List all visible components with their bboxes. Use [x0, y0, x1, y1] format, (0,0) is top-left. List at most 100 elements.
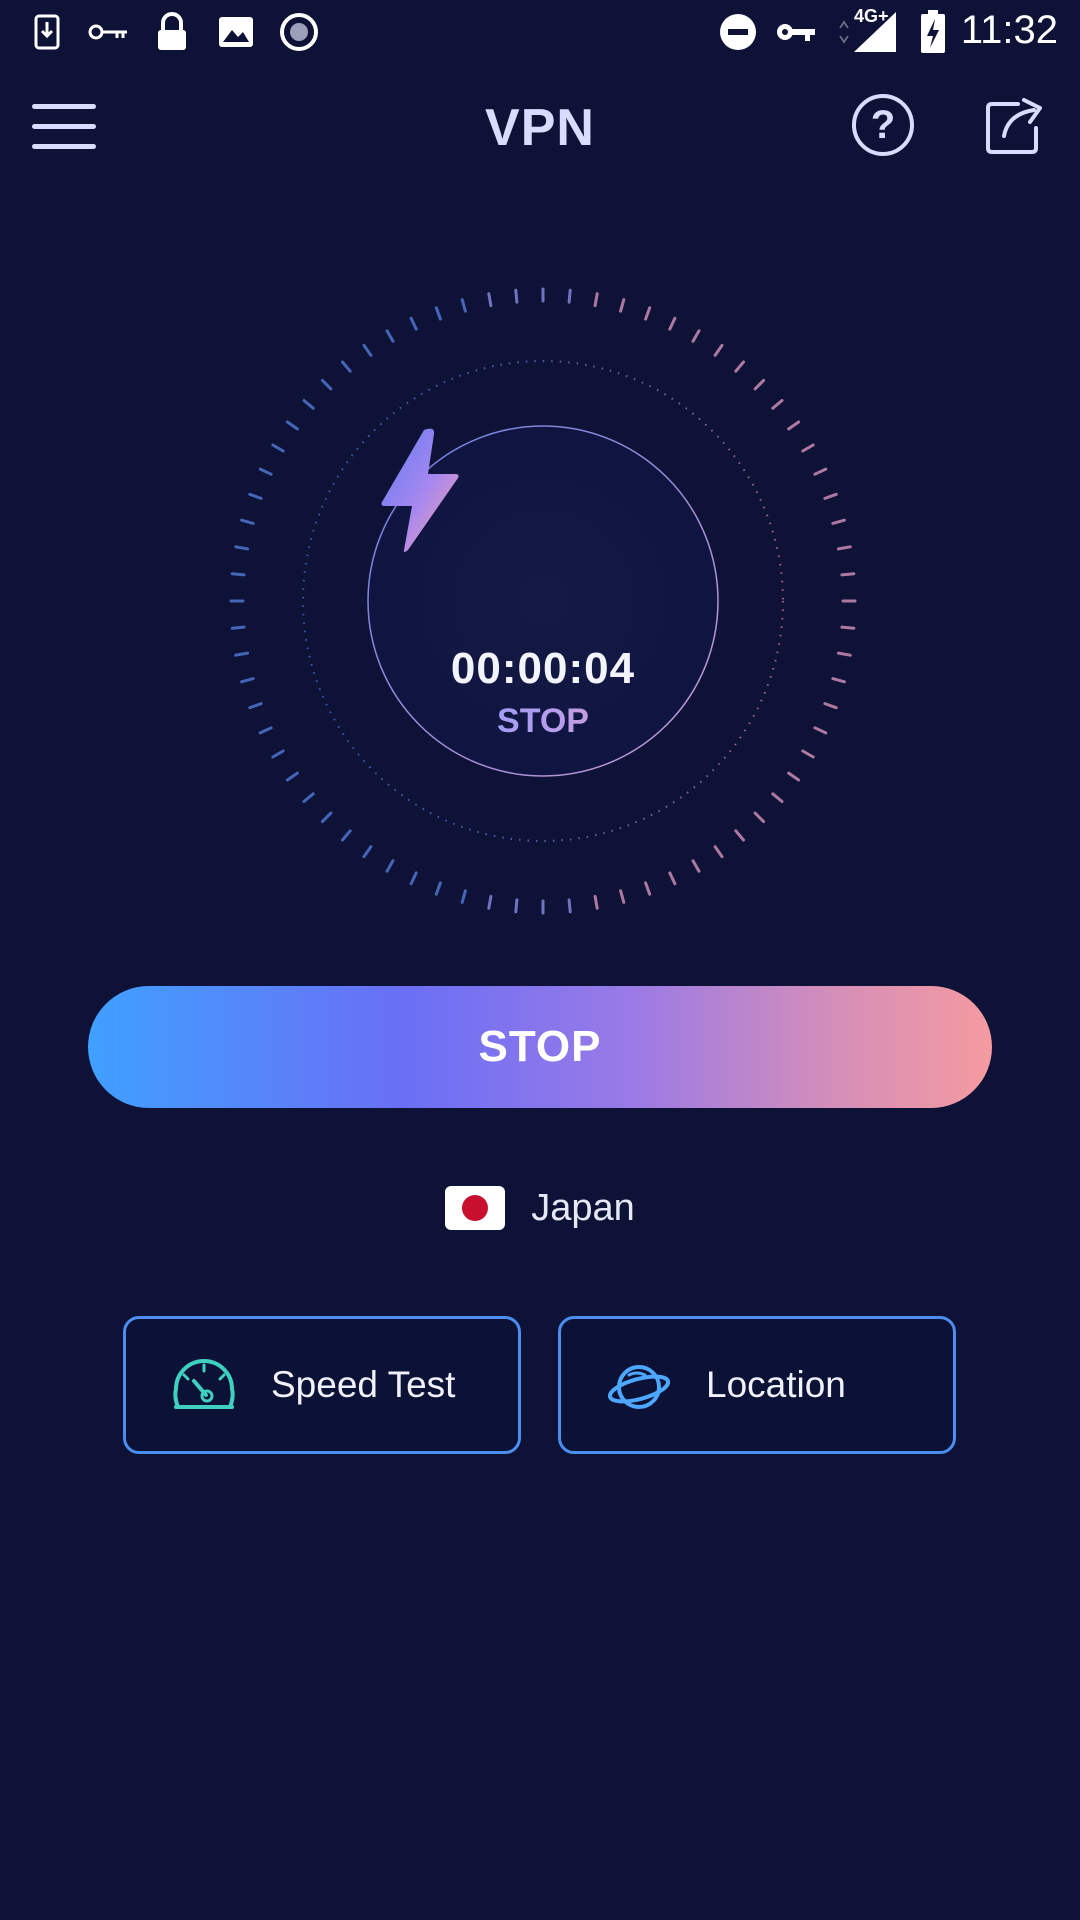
connect-toggle[interactable]: 00:00:04 STOP	[368, 426, 718, 776]
planet-icon	[607, 1365, 671, 1409]
dial-tick	[831, 677, 846, 684]
dial-tick	[567, 898, 572, 914]
vpn-screen: 4G+ 11:32 VPN ? 00:00:04 STOP STOP Japan…	[0, 0, 1080, 1920]
dial-tick	[434, 881, 442, 896]
dial-tick	[619, 298, 626, 313]
dial-tick	[840, 572, 856, 577]
dial-tick	[234, 651, 250, 657]
dial-tick	[668, 871, 677, 886]
dial-tick	[487, 292, 493, 308]
dial-tick	[240, 518, 255, 525]
dial-tick	[302, 792, 315, 803]
dial-tick	[771, 792, 784, 803]
dial-tick	[434, 306, 442, 321]
dial-tick	[320, 811, 333, 824]
dial-tick	[713, 343, 724, 357]
dial-tick	[813, 726, 828, 735]
dial-tick	[823, 702, 838, 710]
location-button[interactable]: Location	[558, 1316, 956, 1454]
app-bar: VPN ?	[0, 80, 1080, 176]
speed-test-button[interactable]: Speed Test	[123, 1316, 521, 1454]
dial-tick	[753, 811, 766, 824]
do-not-disturb-icon	[716, 10, 760, 54]
dial-tick	[341, 829, 352, 842]
network-type-label: 4G+	[854, 6, 889, 26]
dial-tick	[234, 545, 250, 551]
dial-tick	[593, 894, 599, 910]
dial-tick	[823, 492, 838, 500]
selected-server[interactable]: Japan	[0, 1184, 1080, 1232]
download-notification-icon	[30, 10, 64, 54]
image-notification-icon	[216, 10, 256, 54]
dial-tick	[644, 306, 652, 321]
location-label: Location	[706, 1364, 846, 1405]
share-icon	[986, 98, 1042, 154]
dial-tick	[285, 420, 299, 431]
dial-tick	[787, 420, 801, 431]
connection-timer: 00:00:04	[450, 644, 636, 693]
app-title: VPN	[485, 99, 595, 157]
dial-tick	[230, 572, 246, 577]
dial-tick	[487, 894, 493, 910]
share-button[interactable]	[984, 96, 1046, 156]
speedometer-icon	[173, 1359, 235, 1409]
vpn-key-notification-icon	[86, 10, 130, 54]
dial-tick	[460, 889, 467, 904]
dial-tick	[271, 749, 285, 759]
dial-tick	[771, 399, 784, 410]
help-button[interactable]: ?	[852, 94, 914, 156]
dial-tick	[734, 829, 745, 842]
dial-tick	[813, 467, 828, 476]
dial-tick	[753, 378, 766, 391]
dial-tick	[836, 545, 852, 551]
connection-dial: 00:00:04 STOP	[220, 284, 860, 924]
dial-tick	[248, 702, 263, 710]
lightning-icon	[381, 428, 459, 552]
dial-tick	[713, 845, 724, 859]
status-time: 11:32	[960, 8, 1058, 52]
dial-tick	[691, 859, 701, 873]
dial-tick	[619, 889, 626, 904]
japan-flag-icon	[445, 1186, 506, 1230]
dial-tick	[385, 859, 395, 873]
record-notification-icon	[278, 10, 320, 54]
dial-tick	[362, 343, 373, 357]
dial-tick	[240, 677, 255, 684]
dial-tick	[320, 378, 333, 391]
dial-tick	[409, 316, 418, 331]
help-icon: ?	[870, 103, 896, 147]
dial-tick	[840, 625, 856, 630]
dial-tick	[593, 292, 599, 308]
status-bar: 4G+ 11:32	[0, 0, 1080, 64]
dial-tick	[644, 881, 652, 896]
dial-tick	[668, 316, 677, 331]
dial-tick	[362, 845, 373, 859]
stop-button[interactable]: STOP	[88, 986, 992, 1108]
dial-state-label: STOP	[368, 702, 718, 741]
server-country-name: Japan	[531, 1186, 635, 1229]
dial-tick	[514, 288, 519, 304]
dial-tick	[567, 288, 572, 304]
signal-4g-icon: 4G+	[832, 6, 902, 54]
dial-tick	[691, 329, 701, 343]
dial-tick	[787, 771, 801, 782]
dial-tick	[271, 443, 285, 453]
dial-tick	[460, 298, 467, 313]
lock-notification-icon	[152, 10, 192, 54]
dial-tick	[258, 467, 273, 476]
vpn-key-icon	[774, 10, 818, 54]
speed-test-label: Speed Test	[271, 1364, 456, 1405]
dial-tick	[409, 871, 418, 886]
dial-tick	[831, 518, 846, 525]
battery-charging-icon	[918, 10, 948, 54]
dial-tick	[230, 625, 246, 630]
dial-tick	[302, 399, 315, 410]
dial-tick	[734, 360, 745, 373]
dial-tick	[385, 329, 395, 343]
dial-tick	[258, 726, 273, 735]
dial-tick	[248, 492, 263, 500]
dial-tick	[341, 360, 352, 373]
dial-tick	[285, 771, 299, 782]
dial-tick	[514, 898, 519, 914]
dial-tick	[801, 749, 815, 759]
